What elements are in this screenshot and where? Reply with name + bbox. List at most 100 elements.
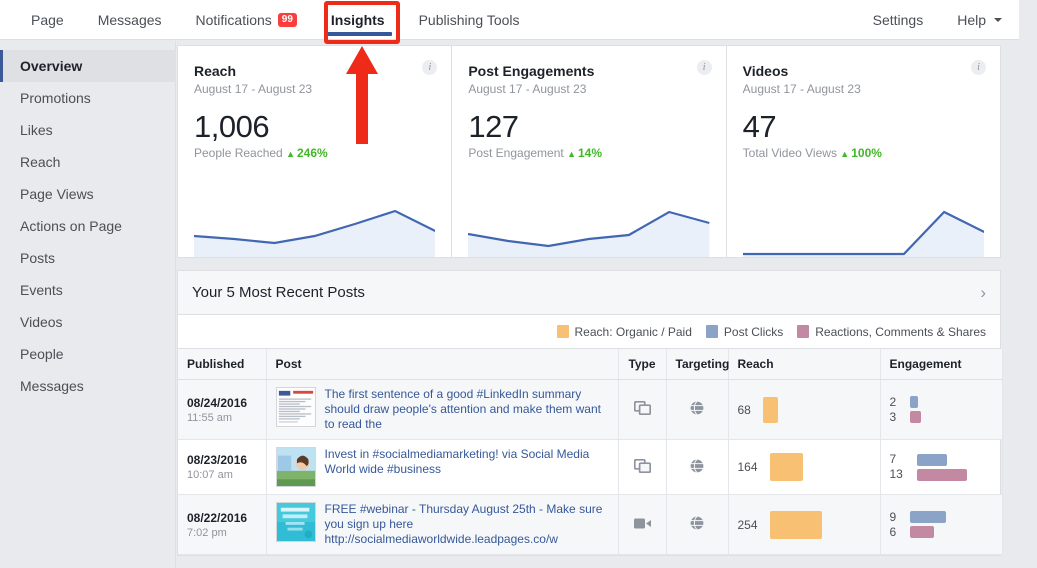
- sidebar-item-label: Page Views: [20, 186, 94, 202]
- nav-publishing-tools[interactable]: Publishing Tools: [402, 0, 537, 39]
- recent-posts-header[interactable]: Your 5 Most Recent Posts ›: [178, 271, 1000, 315]
- table-row[interactable]: 08/23/2016 10:07 am Invest in #socialmed…: [178, 439, 1003, 495]
- nav-publishing-tools-label: Publishing Tools: [418, 11, 520, 28]
- sidebar-item-label: Events: [20, 282, 63, 298]
- info-icon[interactable]: i: [696, 60, 712, 75]
- sidebar-item-label: Promotions: [20, 90, 91, 106]
- info-icon[interactable]: i: [970, 60, 986, 75]
- reactions-bar: [910, 526, 935, 538]
- post-text[interactable]: Invest in #socialmediamarketing! via Soc…: [325, 447, 609, 477]
- cell-type: [618, 494, 667, 555]
- post-thumbnail[interactable]: [275, 502, 316, 542]
- cell-engagement: 7 13: [880, 439, 1003, 495]
- sidebar-item-messages[interactable]: Messages: [0, 370, 175, 402]
- sidebar-item-reach[interactable]: Reach: [0, 146, 175, 178]
- card-change: 246%: [297, 146, 328, 160]
- cell-targeting: [666, 494, 729, 555]
- cell-published: 08/23/2016 10:07 am: [178, 439, 267, 495]
- legend-item-0: Reach: Organic / Paid: [556, 325, 692, 339]
- column-header-targeting: Targeting: [666, 349, 729, 380]
- column-header-reach: Reach: [728, 349, 881, 380]
- cell-post: Invest in #socialmediamarketing! via Soc…: [266, 439, 619, 495]
- table-header-row: Published Post Type Targeting Reach Enga…: [178, 349, 1003, 380]
- nav-help-label: Help: [957, 11, 986, 28]
- nav-help[interactable]: Help: [940, 0, 1019, 39]
- nav-page[interactable]: Page: [14, 0, 81, 39]
- recent-posts-title: Your 5 Most Recent Posts: [192, 284, 365, 301]
- reactions-value: 3: [889, 409, 897, 424]
- nav-notifications-label: Notifications: [195, 11, 272, 28]
- reach-value: 68: [737, 402, 751, 417]
- card-value: 47: [742, 109, 777, 144]
- right-gutter: [1019, 0, 1037, 568]
- table-row[interactable]: 08/22/2016 7:02 pm FREE #webinar - Thurs…: [178, 494, 1003, 555]
- sidebar-item-videos[interactable]: Videos: [0, 306, 175, 338]
- reactions-value: 6: [889, 524, 897, 539]
- metric-card-videos[interactable]: i Videos August 17 - August 23 47 Total …: [725, 46, 1000, 257]
- post-clicks-value: 7: [889, 452, 897, 466]
- chevron-right-icon[interactable]: ›: [980, 283, 986, 303]
- sidebar-item-page-views[interactable]: Page Views: [0, 178, 175, 210]
- engagement-values: 7 13: [890, 452, 903, 482]
- top-navigation-bar: Page Messages Notifications 99 Insights P…: [0, 0, 1037, 40]
- video-icon: [633, 518, 651, 528]
- metric-card-post-engagements[interactable]: i Post Engagements August 17 - August 23…: [451, 46, 725, 257]
- card-title: Reach: [194, 63, 237, 79]
- card-value: 127: [468, 109, 519, 144]
- recent-posts-table: Published Post Type Targeting Reach Enga…: [178, 349, 1003, 555]
- card-sub-label: Total Video Views: [742, 146, 837, 160]
- recent-posts-table-body: 08/24/2016 11:55 am The first sentence o…: [178, 379, 1003, 555]
- legend-item-1: Post Clicks: [705, 324, 784, 339]
- post-thumbnail[interactable]: [275, 447, 316, 487]
- posts-legend: Reach: Organic / Paid Post Clicks Reacti…: [178, 315, 1000, 349]
- column-header-published: Published: [178, 349, 267, 380]
- sidebar-item-likes[interactable]: Likes: [0, 114, 175, 146]
- reactions-bar: [910, 411, 922, 423]
- table-row[interactable]: 08/24/2016 11:55 am The first sentence o…: [178, 379, 1003, 440]
- card-change: 100%: [851, 146, 882, 160]
- engagement-bars: [910, 511, 947, 538]
- trend-up-icon: ▲: [567, 149, 576, 159]
- card-sub-label: Post Engagement: [468, 146, 564, 160]
- post-text[interactable]: The first sentence of a good #LinkedIn s…: [325, 387, 609, 432]
- column-header-engagement: Engagement: [880, 349, 1003, 380]
- card-date-range: August 17 - August 23: [742, 82, 861, 96]
- nav-settings[interactable]: Settings: [856, 0, 941, 39]
- post-date: 08/23/2016: [187, 453, 248, 467]
- sidebar-item-people[interactable]: People: [0, 338, 175, 370]
- legend-label: Post Clicks: [723, 324, 784, 339]
- nav-page-label: Page: [31, 11, 64, 28]
- sparkline-svg-reach: [194, 209, 436, 257]
- post-thumbnail[interactable]: [275, 387, 316, 427]
- card-change: 14%: [578, 146, 603, 160]
- nav-messages[interactable]: Messages: [81, 0, 179, 39]
- sidebar-item-label: Overview: [20, 58, 83, 74]
- reach-value: 164: [737, 460, 758, 474]
- nav-notifications[interactable]: Notifications 99: [179, 0, 314, 39]
- sidebar-item-posts[interactable]: Posts: [0, 242, 175, 274]
- card-date-range: August 17 - August 23: [468, 82, 587, 96]
- sidebar-item-promotions[interactable]: Promotions: [0, 82, 175, 114]
- metric-card-reach[interactable]: i Reach August 17 - August 23 1,006 Peop…: [178, 46, 451, 257]
- thumbnail-document-icon: [276, 388, 315, 426]
- post-clicks-value: 9: [889, 509, 897, 524]
- legend-swatch-icon: [705, 325, 718, 338]
- legend-label: Reactions, Comments & Shares: [815, 324, 986, 339]
- sidebar-item-overview[interactable]: Overview: [0, 50, 175, 82]
- chevron-down-icon: [994, 17, 1002, 22]
- nav-insights[interactable]: Insights: [314, 0, 402, 39]
- post-time: 10:07 am: [187, 469, 233, 481]
- post-text[interactable]: FREE #webinar - Thursday August 25th - M…: [325, 502, 609, 547]
- recent-posts-panel: Your 5 Most Recent Posts › Reach: Organi…: [177, 270, 1003, 556]
- notification-badge: 99: [277, 12, 297, 27]
- engagement-bars: [910, 396, 922, 423]
- cell-published: 08/22/2016 7:02 pm: [178, 494, 267, 555]
- card-title: Post Engagements: [468, 63, 595, 79]
- sidebar-item-events[interactable]: Events: [0, 274, 175, 306]
- shared-post-icon: [633, 400, 651, 416]
- card-subtitle: People Reached ▲ 246%: [194, 146, 435, 160]
- legend-swatch-icon: [556, 325, 569, 338]
- overview-metric-cards: i Reach August 17 - August 23 1,006 Peop…: [177, 45, 1001, 258]
- sidebar-item-actions-on-page[interactable]: Actions on Page: [0, 210, 175, 242]
- card-value: 1,006: [194, 109, 270, 144]
